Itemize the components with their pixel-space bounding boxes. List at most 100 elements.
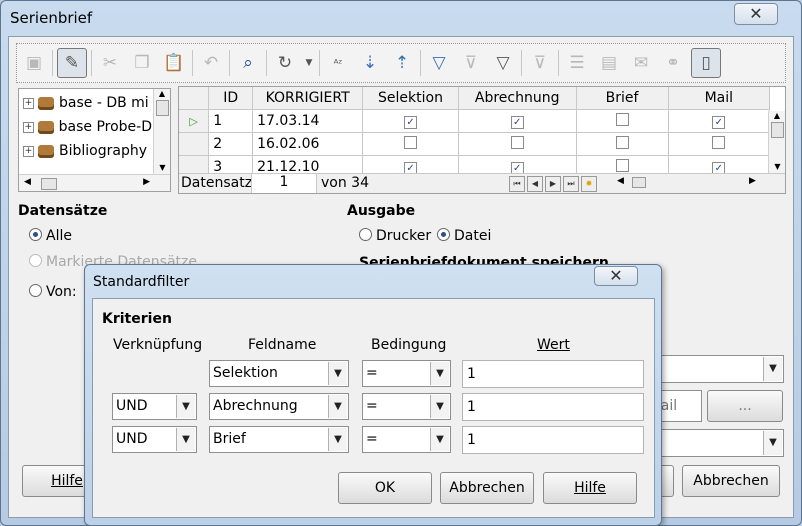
brief-checkbox[interactable] xyxy=(615,135,629,149)
column-header[interactable]: ID xyxy=(208,87,254,110)
value-field-3[interactable]: 1 xyxy=(462,426,644,454)
column-header[interactable]: KORRIGIERT xyxy=(252,87,364,110)
abrechnung-checkbox[interactable] xyxy=(510,135,524,149)
column-header[interactable]: Brief xyxy=(575,87,669,110)
data-to-fields-icon[interactable]: ▤ xyxy=(595,49,623,77)
sort-az-icon[interactable]: ᴬᶻ xyxy=(324,49,352,77)
grid-vertical-scrollbar[interactable]: ▲ ▼ xyxy=(768,111,785,173)
data-source-icon[interactable]: ⚭ xyxy=(659,49,687,77)
scroll-left-icon[interactable]: ◀ xyxy=(24,177,31,187)
dropdown-arrow-icon[interactable]: ▼ xyxy=(763,431,782,455)
scroll-down-icon[interactable]: ▼ xyxy=(769,162,785,171)
selektion-checkbox[interactable] xyxy=(404,135,418,149)
selektion-checkbox[interactable]: ✓ xyxy=(404,116,418,129)
column-header[interactable]: Abrechnung xyxy=(457,87,577,110)
radio-file[interactable]: Datei xyxy=(437,228,491,244)
standard-filter-icon[interactable]: ⊽ xyxy=(457,49,485,77)
main-cancel-button[interactable]: Abbrechen xyxy=(682,465,780,497)
record-number-field[interactable]: 1 xyxy=(251,174,317,193)
refresh-dropdown-icon[interactable]: ▼ xyxy=(303,49,315,77)
mail-merge-icon[interactable]: ✉ xyxy=(627,49,655,77)
condition-select-3[interactable]: = ▼ xyxy=(362,426,451,453)
value-field-2[interactable]: 1 xyxy=(462,393,644,421)
scroll-up-icon[interactable]: ▲ xyxy=(154,89,170,98)
horizontal-scroll-thumb[interactable] xyxy=(632,177,646,188)
dropdown-arrow-icon[interactable]: ▼ xyxy=(430,395,449,418)
paste-icon[interactable]: 📋 xyxy=(160,49,188,77)
filter-cancel-button[interactable]: Abbrechen xyxy=(440,472,534,504)
apply-filter-icon[interactable]: ▽ xyxy=(489,49,517,77)
radio-all[interactable]: Alle xyxy=(29,228,72,244)
table-cell[interactable]: 17.03.14 xyxy=(252,109,364,133)
brief-checkbox[interactable] xyxy=(615,158,629,172)
link-select-3[interactable]: UND ▼ xyxy=(112,426,197,453)
scroll-right-icon[interactable]: ▶ xyxy=(143,177,150,187)
dropdown-arrow-icon[interactable]: ▼ xyxy=(176,428,195,451)
mail-checkbox[interactable]: ✓ xyxy=(712,116,726,129)
radio-printer[interactable]: Drucker xyxy=(359,228,431,244)
row-header[interactable] xyxy=(179,132,210,156)
table-cell[interactable]: 1 xyxy=(208,109,254,133)
window-close-button[interactable]: ✕ xyxy=(734,3,778,25)
scroll-thumb[interactable] xyxy=(770,122,784,138)
scroll-left-icon[interactable]: ◀ xyxy=(617,176,624,186)
refresh-icon[interactable]: ↻ xyxy=(271,49,299,77)
save-icon[interactable]: ▣ xyxy=(20,49,48,77)
field-name-select-2[interactable]: Abrechnung ▼ xyxy=(209,393,349,420)
scroll-down-icon[interactable]: ▼ xyxy=(154,163,171,172)
mail-checkbox[interactable] xyxy=(712,135,726,149)
undo-icon[interactable]: ↶ xyxy=(197,49,225,77)
value-field-1[interactable]: 1 xyxy=(462,360,644,388)
explorer-icon[interactable]: ▯ xyxy=(691,48,721,78)
brief-checkbox[interactable] xyxy=(615,112,629,126)
filter-dialog-close-button[interactable]: ✕ xyxy=(594,266,638,286)
filter-ok-button[interactable]: OK xyxy=(338,472,432,504)
field-name-select-1[interactable]: Selektion ▼ xyxy=(209,360,349,387)
cut-icon[interactable]: ✂ xyxy=(96,49,124,77)
row-header[interactable]: ▷ xyxy=(179,109,210,133)
scroll-right-icon[interactable]: ▶ xyxy=(749,176,756,186)
field-name-select-3[interactable]: Brief ▼ xyxy=(209,426,349,453)
last-record-icon[interactable]: ⏭ xyxy=(563,176,579,192)
link-select-2[interactable]: UND ▼ xyxy=(112,393,197,420)
dropdown-arrow-icon[interactable]: ▼ xyxy=(328,395,347,418)
column-header[interactable]: Selektion xyxy=(362,87,459,110)
scroll-thumb[interactable] xyxy=(155,100,169,116)
data-to-text-icon[interactable]: ☰ xyxy=(563,49,591,77)
condition-select-1[interactable]: = ▼ xyxy=(362,360,451,387)
dropdown-arrow-icon[interactable]: ▼ xyxy=(176,395,195,418)
sort-descending-icon[interactable]: ⇡ xyxy=(388,49,416,77)
first-record-icon[interactable]: ⏮ xyxy=(509,176,525,192)
radio-from[interactable]: Von: xyxy=(29,284,77,300)
expand-icon[interactable]: + xyxy=(23,121,34,133)
condition-select-2[interactable]: = ▼ xyxy=(362,393,451,420)
previous-record-icon[interactable]: ◀ xyxy=(527,176,543,192)
tree-horizontal-scrollbar[interactable]: ◀ ▶ xyxy=(19,174,170,191)
table-row[interactable]: ▷ 1 17.03.14 ✓ ✓ ✓ xyxy=(179,109,771,133)
filter-help-button[interactable]: Hilfe xyxy=(543,472,637,504)
scroll-up-icon[interactable]: ▲ xyxy=(769,111,785,120)
dropdown-arrow-icon[interactable]: ▼ xyxy=(328,362,347,385)
dropdown-arrow-icon[interactable]: ▼ xyxy=(430,362,449,385)
table-row[interactable]: 2 16.02.06 xyxy=(179,132,771,156)
autofilter-icon[interactable]: ▽ xyxy=(425,49,453,77)
tree-item[interactable]: + base Probe-D xyxy=(19,115,152,139)
dropdown-arrow-icon[interactable]: ▼ xyxy=(328,428,347,451)
scroll-thumb[interactable] xyxy=(41,178,57,190)
find-icon[interactable]: ⌕ xyxy=(234,49,262,77)
remove-filter-icon[interactable]: ⊽ xyxy=(526,49,554,77)
tree-item[interactable]: + base - DB mi xyxy=(19,91,152,115)
table-cell[interactable]: 2 xyxy=(208,132,254,156)
table-cell[interactable]: 16.02.06 xyxy=(252,132,364,156)
next-record-icon[interactable]: ▶ xyxy=(545,176,561,192)
column-header[interactable]: Mail xyxy=(667,87,771,110)
sort-ascending-icon[interactable]: ⇣ xyxy=(356,49,384,77)
dropdown-arrow-icon[interactable]: ▼ xyxy=(430,428,449,451)
expand-icon[interactable]: + xyxy=(23,97,34,109)
tree-vertical-scrollbar[interactable]: ▲ ▼ xyxy=(153,89,170,174)
edit-icon[interactable]: ✎ xyxy=(57,48,87,78)
browse-button[interactable]: ... xyxy=(707,390,783,422)
new-record-icon[interactable]: ✹ xyxy=(581,176,597,192)
expand-icon[interactable]: + xyxy=(23,145,34,157)
tree-item[interactable]: + Bibliography xyxy=(19,139,152,163)
